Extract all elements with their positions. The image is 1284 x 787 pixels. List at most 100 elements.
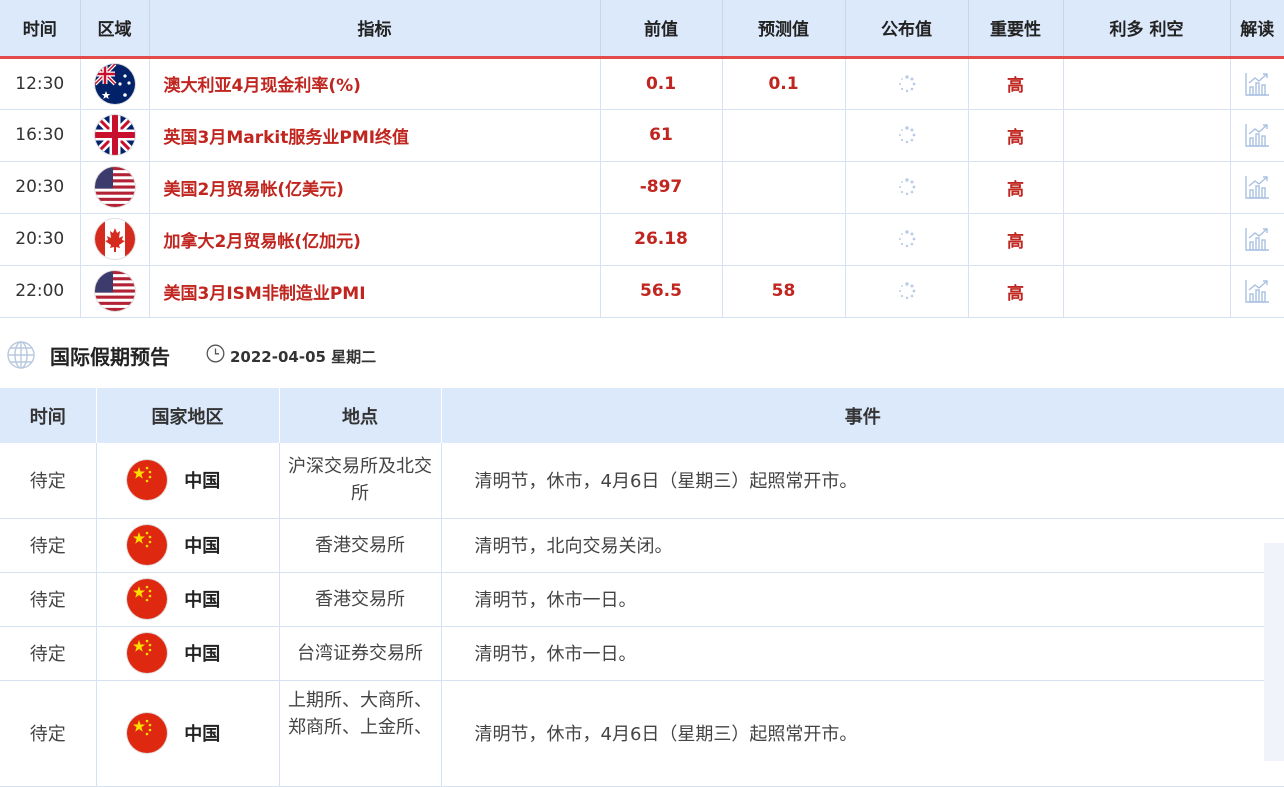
loading-spinner-icon: [898, 282, 915, 300]
previous-value: 61: [600, 109, 723, 162]
row-time: 20:30: [0, 161, 81, 214]
chart-analysis-icon[interactable]: [1244, 278, 1270, 304]
table-row: 待定 中国 香港交易所 清明节，休市一日。: [0, 572, 1284, 627]
impact-cell: [1063, 265, 1231, 318]
event-cell: 清明节，休市，4月6日（星期三）起照常开市。: [441, 443, 1284, 519]
col-header-analysis: 解读: [1230, 0, 1284, 59]
country-name: 中国: [184, 536, 221, 557]
impact-cell: [1063, 213, 1231, 266]
importance-label: 高: [968, 265, 1064, 318]
loading-spinner-icon: [898, 178, 915, 196]
table-row: 16:30 英国3月Markit服务业PMI终值 61 高: [0, 109, 1284, 162]
globe-icon: [7, 341, 35, 369]
us-flag-icon: [94, 271, 135, 311]
col-header-previous: 前值: [600, 0, 723, 59]
row-time: 待定: [0, 680, 97, 787]
forecast-value: [722, 161, 846, 214]
country-name: 中国: [184, 724, 221, 745]
place-cell: 香港交易所: [279, 572, 442, 627]
chart-analysis-icon[interactable]: [1244, 226, 1270, 252]
event-cell: 清明节，休市一日。: [441, 572, 1284, 627]
scrollbar[interactable]: [1264, 543, 1284, 761]
china-flag-icon: [126, 579, 167, 619]
table-row: 12:30 澳大利亚4月现金利率(%) 0.1 0.1 高: [0, 57, 1284, 110]
chart-analysis-icon[interactable]: [1244, 174, 1270, 200]
indicator-link[interactable]: 美国2月贸易帐(亿美元): [149, 161, 601, 214]
place-cell: 沪深交易所及北交所: [279, 443, 442, 519]
place-cell: 香港交易所: [279, 518, 442, 573]
importance-label: 高: [968, 161, 1064, 214]
col-header-impact: 利多 利空: [1063, 0, 1231, 59]
forecast-value: 58: [722, 265, 846, 318]
economic-table-header: 时间 区域 指标 前值 预测值 公布值 重要性 利多 利空 解读: [0, 0, 1284, 59]
actual-cell: [845, 57, 969, 110]
importance-label: 高: [968, 213, 1064, 266]
loading-spinner-icon: [898, 74, 915, 92]
indicator-link[interactable]: 英国3月Markit服务业PMI终值: [149, 109, 601, 162]
country-cell: 中国: [96, 626, 280, 681]
event-cell: 清明节，休市一日。: [441, 626, 1284, 681]
loading-spinner-icon: [898, 230, 915, 248]
table-row: 20:30 加拿大2月贸易帐(亿加元) 26.18 高: [0, 213, 1284, 266]
holiday-table: 时间 国家地区 地点 事件 待定 中国 沪深交易所及北交所 清明节，休市，4月6…: [0, 388, 1284, 787]
actual-cell: [845, 161, 969, 214]
previous-value: 56.5: [600, 265, 723, 318]
analysis-cell[interactable]: [1230, 213, 1284, 266]
impact-cell: [1063, 161, 1231, 214]
region-cell: [80, 213, 150, 266]
previous-value: 0.1: [600, 57, 723, 110]
china-flag-icon: [126, 713, 167, 753]
row-time: 待定: [0, 443, 97, 519]
section-date: 2022-04-05 星期二: [230, 348, 377, 366]
place-cell: 台湾证券交易所: [279, 626, 442, 681]
row-time: 待定: [0, 572, 97, 627]
row-time: 12:30: [0, 57, 81, 110]
row-time: 20:30: [0, 213, 81, 266]
impact-cell: [1063, 57, 1231, 110]
china-flag-icon: [126, 525, 167, 565]
region-cell: [80, 109, 150, 162]
country-name: 中国: [184, 471, 221, 493]
row-time: 待定: [0, 626, 97, 681]
australia-flag-icon: [94, 63, 135, 104]
analysis-cell[interactable]: [1230, 109, 1284, 162]
table-row: 待定 中国 沪深交易所及北交所 清明节，休市，4月6日（星期三）起照常开市。: [0, 443, 1284, 519]
col-header-forecast: 预测值: [722, 0, 846, 59]
holiday-table-header: 时间 国家地区 地点 事件: [0, 388, 1284, 443]
country-name: 中国: [184, 590, 221, 611]
table-row: 20:30 美国2月贸易帐(亿美元) -897 高: [0, 161, 1284, 214]
col-header-time: 时间: [0, 0, 81, 59]
col-header-country: 国家地区: [96, 388, 280, 443]
region-cell: [80, 265, 150, 318]
row-time: 16:30: [0, 109, 81, 162]
col-header-indicator: 指标: [149, 0, 601, 59]
holiday-section-header: 国际假期预告 2022-04-05 星期二: [0, 338, 1284, 372]
analysis-cell[interactable]: [1230, 161, 1284, 214]
uk-flag-icon: [94, 115, 135, 155]
region-cell: [80, 161, 150, 214]
analysis-cell[interactable]: [1230, 265, 1284, 318]
col-header-event: 事件: [441, 388, 1284, 443]
table-row: 待定 中国 台湾证券交易所 清明节，休市一日。: [0, 626, 1284, 681]
indicator-link[interactable]: 美国3月ISM非制造业PMI: [149, 265, 601, 318]
impact-cell: [1063, 109, 1231, 162]
event-cell: 清明节，休市，4月6日（星期三）起照常开市。: [441, 680, 1284, 787]
clock-icon: [206, 344, 225, 363]
china-flag-icon: [126, 633, 167, 673]
indicator-link[interactable]: 澳大利亚4月现金利率(%): [149, 57, 601, 110]
indicator-link[interactable]: 加拿大2月贸易帐(亿加元): [149, 213, 601, 266]
country-name: 中国: [184, 644, 221, 665]
chart-analysis-icon[interactable]: [1244, 71, 1270, 97]
analysis-cell[interactable]: [1230, 57, 1284, 110]
actual-cell: [845, 109, 969, 162]
canada-flag-icon: [94, 219, 135, 259]
forecast-value: [722, 109, 846, 162]
col-header-place: 地点: [279, 388, 442, 443]
section-title: 国际假期预告: [50, 345, 170, 369]
col-header-importance: 重要性: [968, 0, 1064, 59]
chart-analysis-icon[interactable]: [1244, 122, 1270, 148]
us-flag-icon: [94, 167, 135, 207]
row-time: 22:00: [0, 265, 81, 318]
event-cell: 清明节，北向交易关闭。: [441, 518, 1284, 573]
china-flag-icon: [126, 460, 167, 501]
